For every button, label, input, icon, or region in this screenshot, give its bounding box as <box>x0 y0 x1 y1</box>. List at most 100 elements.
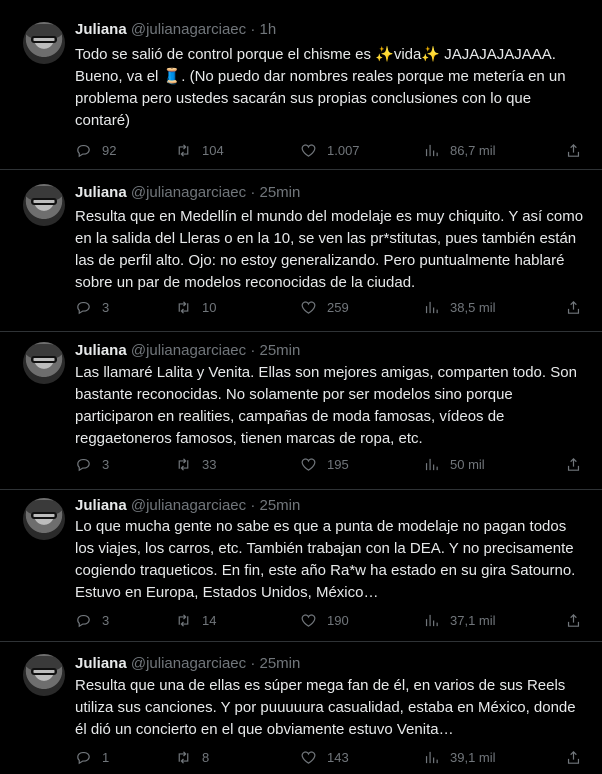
reply-button[interactable]: 3 <box>75 454 109 474</box>
separator: · <box>250 342 256 359</box>
view-count: 50 mil <box>450 456 485 472</box>
timestamp[interactable]: 25min <box>260 655 301 672</box>
share-button[interactable] <box>565 747 582 767</box>
retweet-icon <box>178 143 189 157</box>
like-button[interactable]: 195 <box>300 454 349 474</box>
timeline: Juliana @julianagarciaec · 1h Todo se sa… <box>0 0 602 774</box>
author-handle[interactable]: @julianagarciaec <box>131 184 246 201</box>
author-name[interactable]: Juliana <box>75 184 127 201</box>
views-button[interactable]: 37,1 mil <box>423 610 496 630</box>
retweet-count: 14 <box>202 612 217 628</box>
like-count: 1.007 <box>327 142 360 158</box>
separator: · <box>250 497 256 514</box>
retweet-count: 8 <box>202 749 210 765</box>
views-button[interactable]: 50 mil <box>423 454 485 474</box>
tweet-text: Resulta que en Medellín el mundo del mod… <box>75 208 584 291</box>
retweet-icon <box>178 750 189 764</box>
like-button[interactable]: 1.007 <box>300 140 360 160</box>
view-count: 39,1 mil <box>450 749 496 765</box>
tweet[interactable]: Juliana @julianagarciaec · 25min Resulta… <box>0 170 602 332</box>
reply-icon <box>77 144 90 157</box>
views-button[interactable]: 39,1 mil <box>423 747 496 767</box>
views-icon <box>425 614 438 626</box>
share-icon <box>567 143 580 157</box>
retweet-button[interactable]: 33 <box>175 454 216 474</box>
avatar[interactable] <box>23 184 65 226</box>
tweet-text: Las llamaré Lalita y Venita. Ellas son m… <box>75 364 577 447</box>
tweet-header: Juliana @julianagarciaec · 25min <box>75 184 300 201</box>
retweet-button[interactable]: 10 <box>175 297 216 317</box>
share-button[interactable] <box>565 610 582 630</box>
author-name[interactable]: Juliana <box>75 655 127 672</box>
heart-icon <box>301 144 316 157</box>
avatar[interactable] <box>23 342 65 384</box>
retweet-count: 104 <box>202 142 224 158</box>
views-button[interactable]: 38,5 mil <box>423 297 496 317</box>
tweet[interactable]: Juliana @julianagarciaec · 25min Las lla… <box>0 332 602 490</box>
reply-count: 3 <box>102 612 110 628</box>
reply-button[interactable]: 3 <box>75 610 109 630</box>
retweet-button[interactable]: 8 <box>175 747 209 767</box>
reply-button[interactable]: 3 <box>75 297 109 317</box>
heart-icon <box>301 458 316 471</box>
share-button[interactable] <box>565 140 582 160</box>
avatar[interactable] <box>23 498 65 540</box>
separator: · <box>250 184 256 201</box>
share-icon <box>567 613 580 627</box>
avatar[interactable] <box>23 654 65 696</box>
timestamp[interactable]: 25min <box>260 497 301 514</box>
timestamp[interactable]: 1h <box>260 21 277 38</box>
reply-button[interactable]: 1 <box>75 747 109 767</box>
views-button[interactable]: 86,7 mil <box>423 140 496 160</box>
tweet-actions: 1 8 143 39,1 mil <box>75 747 585 767</box>
view-count: 38,5 mil <box>450 299 496 315</box>
reply-count: 1 <box>102 749 110 765</box>
share-button[interactable] <box>565 297 582 317</box>
views-icon <box>425 301 438 313</box>
like-button[interactable]: 259 <box>300 297 349 317</box>
tweet-header: Juliana @julianagarciaec · 1h <box>75 21 276 38</box>
tweet-text: Lo que mucha gente no sabe es que a punt… <box>75 518 576 601</box>
like-count: 143 <box>327 749 349 765</box>
avatar[interactable] <box>23 22 65 64</box>
tweet-actions: 92 104 1.007 86,7 mil <box>75 140 585 160</box>
separator: · <box>250 21 256 38</box>
tweet-header: Juliana @julianagarciaec · 25min <box>75 497 300 514</box>
retweet-button[interactable]: 14 <box>175 610 216 630</box>
reply-button[interactable]: 92 <box>75 140 116 160</box>
tweet-actions: 3 10 259 38,5 mil <box>75 297 585 317</box>
views-icon <box>425 458 438 470</box>
share-icon <box>567 750 580 764</box>
share-button[interactable] <box>565 454 582 474</box>
views-icon <box>425 144 438 156</box>
like-button[interactable]: 190 <box>300 610 349 630</box>
tweet-actions: 3 33 195 50 mil <box>75 454 585 474</box>
like-count: 190 <box>327 612 349 628</box>
share-icon <box>567 457 580 471</box>
like-count: 259 <box>327 299 349 315</box>
author-name[interactable]: Juliana <box>75 342 127 359</box>
author-handle[interactable]: @julianagarciaec <box>131 342 246 359</box>
retweet-button[interactable]: 104 <box>175 140 224 160</box>
retweet-icon <box>178 300 189 314</box>
reply-count: 92 <box>102 142 117 158</box>
tweet-text: Resulta que una de ellas es súper mega f… <box>75 677 576 738</box>
timestamp[interactable]: 25min <box>260 184 301 201</box>
author-name[interactable]: Juliana <box>75 497 127 514</box>
tweet[interactable]: Juliana @julianagarciaec · 25min Lo que … <box>0 490 602 642</box>
views-icon <box>425 751 438 763</box>
reply-icon <box>77 458 90 471</box>
author-handle[interactable]: @julianagarciaec <box>131 497 246 514</box>
reply-icon <box>77 751 90 764</box>
like-count: 195 <box>327 456 349 472</box>
author-handle[interactable]: @julianagarciaec <box>131 655 246 672</box>
author-name[interactable]: Juliana <box>75 21 127 38</box>
like-button[interactable]: 143 <box>300 747 349 767</box>
tweet[interactable]: Juliana @julianagarciaec · 1h Todo se sa… <box>0 0 602 170</box>
tweet[interactable]: Juliana @julianagarciaec · 25min Resulta… <box>0 642 602 774</box>
heart-icon <box>301 751 316 764</box>
view-count: 86,7 mil <box>450 142 496 158</box>
author-handle[interactable]: @julianagarciaec <box>131 21 246 38</box>
timestamp[interactable]: 25min <box>260 342 301 359</box>
tweet-header: Juliana @julianagarciaec · 25min <box>75 342 300 359</box>
